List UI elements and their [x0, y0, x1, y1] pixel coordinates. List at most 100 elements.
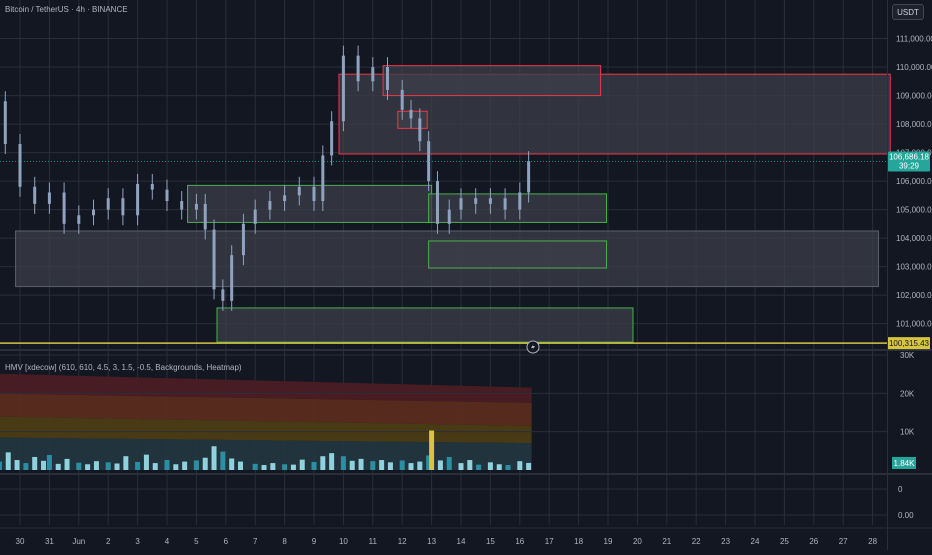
y-tick-label: 109,000.00: [896, 92, 932, 101]
candle-body: [518, 192, 522, 210]
candle-body: [418, 118, 422, 142]
volume-bar: [311, 461, 317, 470]
volume-bar: [32, 456, 38, 470]
candle-body: [47, 192, 51, 204]
volume-bar: [229, 458, 235, 470]
x-tick-label: 25: [780, 537, 789, 546]
zone-bullish-6[interactable]: [428, 240, 608, 269]
volume-bar: [105, 462, 111, 470]
y-tick-label: 101,000.00: [896, 320, 932, 329]
candle-body: [474, 198, 478, 204]
candle-body: [527, 161, 531, 193]
candle-body: [194, 203, 198, 210]
candle-body: [268, 201, 272, 210]
volume-bar: [23, 463, 29, 470]
candle-body: [92, 209, 95, 216]
candle-body: [106, 198, 110, 210]
x-tick-label: 2: [106, 537, 111, 546]
candle-body: [330, 121, 334, 156]
volume-bar: [143, 454, 149, 470]
volume-bar: [446, 456, 452, 470]
x-tick-label: 21: [662, 537, 671, 546]
candle-body: [435, 181, 439, 224]
y-tick-label: 102,000.00: [896, 291, 932, 300]
x-tick-label: 11: [369, 537, 378, 546]
y-tick-label: 110,000.00: [896, 63, 932, 72]
volume-bar: [238, 461, 243, 470]
candle-body: [230, 255, 234, 301]
y-tick-label: 111,000.00: [896, 35, 932, 44]
volume-bar: [46, 455, 52, 470]
candle-body: [180, 201, 184, 210]
x-tick-label: 18: [574, 537, 583, 546]
x-tick-label: 31: [45, 537, 54, 546]
volume-bar: [417, 461, 423, 470]
x-tick-label: 30: [16, 537, 25, 546]
volume-bar: [252, 463, 258, 470]
candle-body: [136, 183, 140, 216]
x-tick-label: 19: [604, 537, 613, 546]
candle-body: [150, 183, 154, 190]
x-tick-label: 28: [868, 537, 877, 546]
x-tick-label: 26: [809, 537, 818, 546]
volume-bar: [320, 456, 326, 470]
y-tick-label: 103,000.00: [896, 263, 932, 272]
candle-body: [212, 229, 216, 290]
volume-bar: [0, 461, 2, 470]
volume-bar: [182, 461, 188, 470]
x-tick-label: 8: [282, 537, 287, 546]
x-tick-label: 15: [486, 537, 495, 546]
zone-bullish-4[interactable]: [187, 184, 433, 223]
volume-bar: [211, 446, 217, 470]
x-tick-label: 10: [339, 537, 348, 546]
volume-bar: [476, 464, 482, 470]
volume-bar: [64, 458, 70, 470]
x-tick-label: 3: [135, 537, 140, 546]
volume-bar: [41, 460, 47, 470]
x-tick-label: 14: [457, 537, 466, 546]
candle-body: [33, 186, 37, 204]
volume-bar: [340, 456, 346, 470]
candle-body: [283, 195, 287, 202]
osc-tick-label: 0.00: [898, 511, 914, 520]
vol-tick-label: 10K: [900, 428, 915, 437]
zone-bullish-5[interactable]: [428, 193, 608, 223]
candle-body: [386, 67, 389, 90]
currency-button[interactable]: USDT: [892, 4, 924, 20]
vol-tick-label: 20K: [900, 389, 915, 398]
volume-bar: [487, 462, 493, 470]
chart-canvas[interactable]: 30 31 Jun 2 3 4 5 6 7 8 9 10 11 12 13 14 15 16 17 18 19 20 21 2…: [0, 0, 932, 550]
candle-body: [3, 101, 7, 145]
candle-body: [297, 186, 301, 196]
candle-body: [241, 223, 245, 256]
volume-last-label: 1.84K: [894, 459, 916, 468]
zone-bullish-7[interactable]: [216, 307, 634, 343]
volume-bar: [114, 463, 120, 470]
x-tick-label: 13: [427, 537, 436, 546]
volume-bar: [135, 461, 141, 470]
vol-tick-label: 30K: [900, 351, 915, 360]
volume-bar: [270, 463, 276, 470]
volume-bar: [496, 464, 502, 470]
zone-bearish-1[interactable]: [382, 65, 602, 97]
x-tick-label: Jun: [72, 537, 85, 546]
candle-body: [203, 203, 207, 230]
volume-bar: [379, 460, 385, 470]
volume-bar: [517, 461, 523, 470]
candle-body: [62, 192, 66, 224]
x-tick-label: 17: [545, 537, 554, 546]
support-line-label: 100,315.43: [889, 339, 930, 348]
volume-bar: [93, 461, 99, 470]
volume-bar: [14, 460, 20, 470]
y-tick-label: 108,000.00: [896, 120, 932, 129]
candle-body: [312, 186, 316, 202]
indicator-label[interactable]: HMV [xdecow] (610, 610, 4.5, 3, 1.5, -0.…: [5, 363, 242, 372]
volume-bar: [76, 462, 82, 470]
volume-bar: [123, 456, 129, 470]
volume-bar: [299, 459, 305, 470]
x-tick-label: 23: [721, 537, 730, 546]
volume-bar: [358, 458, 364, 470]
x-tick-label: 4: [165, 537, 170, 546]
x-tick-label: 27: [839, 537, 848, 546]
candle-body: [503, 198, 507, 210]
